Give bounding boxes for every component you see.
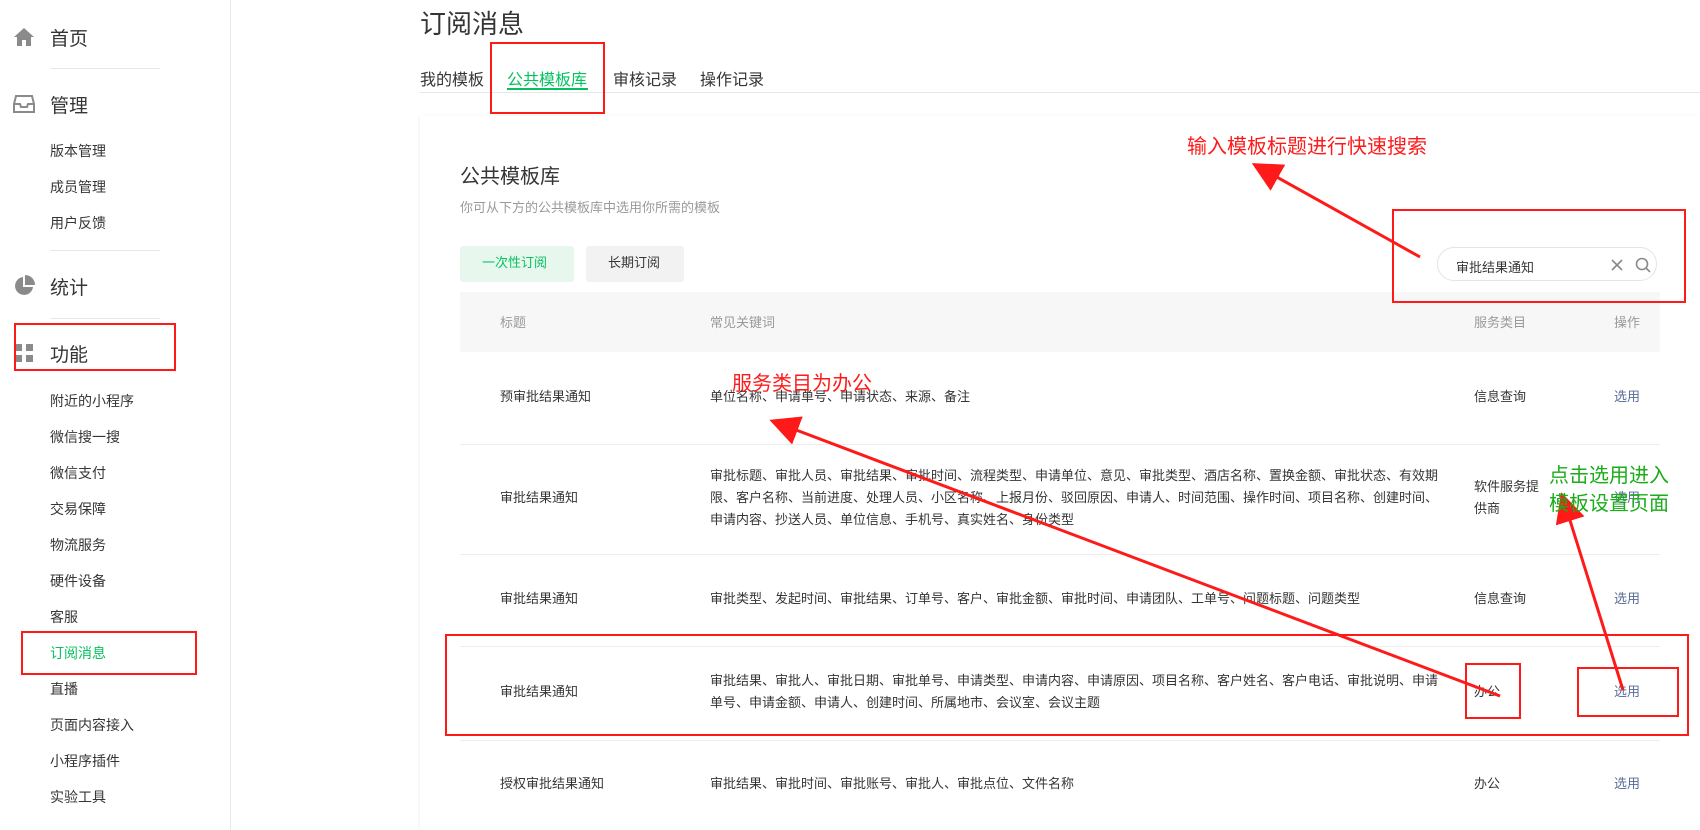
template-category: 信息查询 (1474, 592, 1527, 607)
nav-divider (50, 68, 160, 69)
sidebar: 首页 管理 版本管理 成员管理 用户反馈 统计 功能 附近的小程序 微信搜一搜 … (0, 0, 231, 830)
pie-chart-icon (12, 274, 36, 298)
nav-user-feedback[interactable]: 用户反馈 (50, 213, 106, 235)
tab-bar (420, 58, 1700, 93)
template-title: 预审批结果通知 (500, 390, 592, 405)
nav-trade-guarantee[interactable]: 交易保障 (50, 499, 106, 521)
table-row: 授权审批结果通知 审批结果、审批时间、审批账号、审批人、审批点位、文件名称 办公… (460, 740, 1660, 830)
table-row: 审批结果通知 审批结果、审批人、审批日期、审批单号、申请类型、申请内容、申请原因… (460, 646, 1660, 741)
select-template-link[interactable]: 选用 (1614, 682, 1640, 704)
nav-divider (50, 250, 160, 251)
nav-live[interactable]: 直播 (50, 679, 78, 701)
template-search-box (1437, 247, 1657, 281)
nav-manage-label: 管理 (50, 94, 89, 117)
column-header-title: 标题 (500, 316, 527, 331)
tab-review-records[interactable]: 审核记录 (613, 66, 677, 90)
template-title: 审批结果通知 (500, 592, 579, 607)
column-header-category: 服务类目 (1474, 316, 1527, 331)
nav-home-label: 首页 (50, 27, 89, 50)
nav-divider (50, 318, 160, 319)
table-row: 审批结果通知 审批类型、发起时间、审批结果、订单号、客户、审批金额、审批时间、申… (460, 554, 1660, 647)
nav-plugins[interactable]: 小程序插件 (50, 751, 120, 773)
card-title: 公共模板库 (460, 164, 560, 188)
template-keywords: 单位名称、申请单号、申请状态、来源、备注 (710, 390, 971, 405)
nav-logistics[interactable]: 物流服务 (50, 535, 106, 557)
nav-functions-label: 功能 (50, 343, 89, 366)
tab-operation-records[interactable]: 操作记录 (700, 66, 764, 90)
select-template-link[interactable]: 选用 (1614, 488, 1640, 510)
long-term-subscribe-button[interactable]: 长期订阅 (586, 246, 684, 282)
nav-page-content[interactable]: 页面内容接入 (50, 715, 134, 737)
select-template-link[interactable]: 选用 (1614, 774, 1640, 796)
close-icon[interactable] (1608, 256, 1626, 274)
nav-version-manage[interactable]: 版本管理 (50, 141, 106, 163)
column-header-action: 操作 (1614, 316, 1641, 331)
search-input[interactable] (1454, 255, 1608, 277)
card-subtitle: 你可从下方的公共模板库中选用你所需的模板 (460, 201, 721, 216)
tab-public-library[interactable]: 公共模板库 (507, 66, 587, 90)
inbox-icon (12, 92, 36, 116)
template-category: 信息查询 (1474, 390, 1527, 405)
template-title: 审批结果通知 (500, 491, 579, 506)
nav-subscribe-message[interactable]: 订阅消息 (50, 643, 106, 665)
nav-hardware[interactable]: 硬件设备 (50, 571, 106, 593)
template-category: 办公 (1474, 777, 1501, 792)
template-keywords: 审批结果、审批人、审批日期、审批单号、申请类型、申请内容、申请原因、项目名称、客… (710, 674, 1439, 711)
nav-stats[interactable]: 统计 (12, 266, 212, 306)
nav-lab-tools[interactable]: 实验工具 (50, 787, 106, 809)
template-keywords: 审批标题、审批人员、审批结果、审批时间、流程类型、申请单位、意见、审批类型、酒店… (710, 469, 1439, 528)
tab-my-templates[interactable]: 我的模板 (420, 66, 484, 90)
active-tab-indicator (507, 88, 588, 90)
nav-wechat-search[interactable]: 微信搜一搜 (50, 427, 120, 449)
nav-member-manage[interactable]: 成员管理 (50, 177, 106, 199)
one-time-subscribe-button[interactable]: 一次性订阅 (460, 246, 574, 282)
template-keywords: 审批类型、发起时间、审批结果、订单号、客户、审批金额、审批时间、申请团队、工单号… (710, 592, 1361, 607)
table-row: 预审批结果通知 单位名称、申请单号、申请状态、来源、备注 信息查询 选用 (460, 352, 1660, 445)
template-category: 软件服务提供商 (1474, 480, 1540, 517)
nav-home[interactable]: 首页 (12, 17, 212, 57)
select-template-link[interactable]: 选用 (1614, 387, 1640, 409)
search-icon[interactable] (1634, 256, 1652, 274)
grid-icon (12, 341, 36, 365)
nav-nearby-miniprogram[interactable]: 附近的小程序 (50, 391, 134, 413)
table-header: 标题 常见关键词 服务类目 操作 (460, 292, 1660, 352)
template-keywords: 审批结果、审批时间、审批账号、审批人、审批点位、文件名称 (710, 777, 1075, 792)
table-row: 审批结果通知 审批标题、审批人员、审批结果、审批时间、流程类型、申请单位、意见、… (460, 444, 1660, 555)
select-template-link[interactable]: 选用 (1614, 589, 1640, 611)
nav-customer-service[interactable]: 客服 (50, 607, 78, 629)
page-title: 订阅消息 (420, 10, 525, 40)
column-header-keywords: 常见关键词 (710, 316, 776, 331)
template-category: 办公 (1474, 685, 1501, 700)
home-icon (12, 25, 36, 49)
nav-stats-label: 统计 (50, 276, 89, 299)
nav-wechat-pay[interactable]: 微信支付 (50, 463, 106, 485)
nav-functions[interactable]: 功能 (12, 333, 212, 373)
template-title: 授权审批结果通知 (500, 777, 605, 792)
nav-manage[interactable]: 管理 (12, 84, 212, 124)
template-title: 审批结果通知 (500, 685, 579, 700)
